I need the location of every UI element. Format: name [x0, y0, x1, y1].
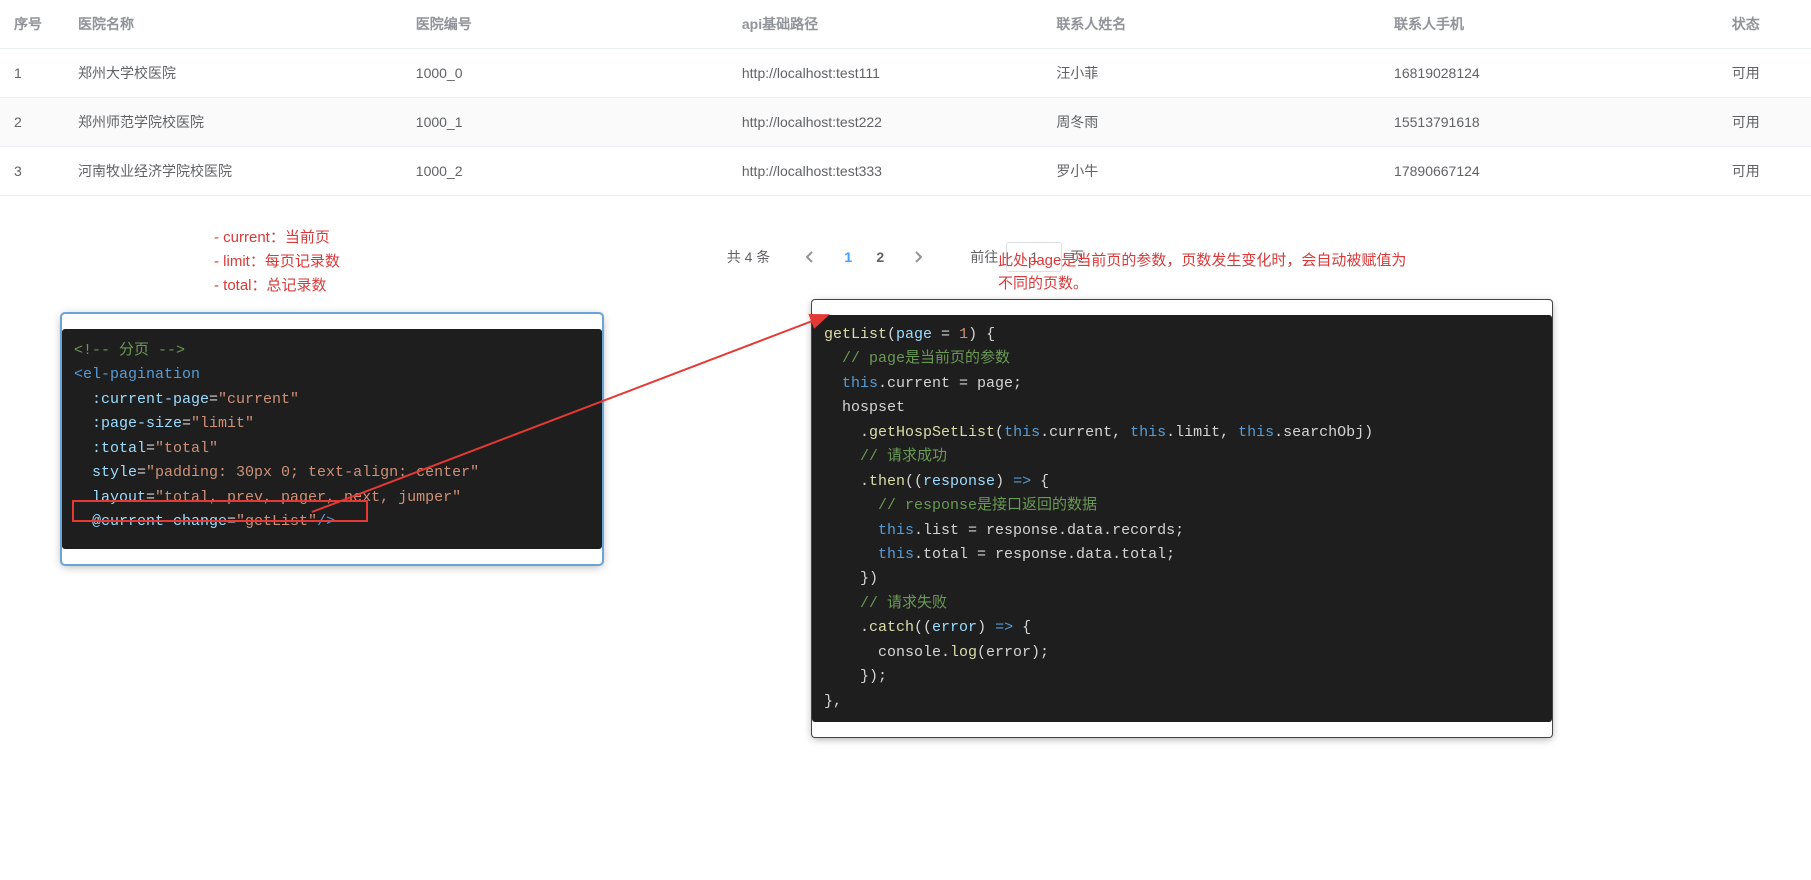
left-code-pre: <!-- 分页 --> <el-pagination :current-page…	[62, 329, 602, 549]
cell-api: http://localhost:test222	[728, 98, 1042, 147]
left-code-block: <!-- 分页 --> <el-pagination :current-page…	[62, 314, 602, 564]
cell-phone: 15513791618	[1380, 98, 1718, 147]
cell-idx: 2	[0, 98, 64, 147]
cell-idx: 1	[0, 49, 64, 98]
col-idx: 序号	[0, 0, 64, 49]
cell-phone: 16819028124	[1380, 49, 1718, 98]
cell-code: 1000_0	[402, 49, 728, 98]
cell-code: 1000_1	[402, 98, 728, 147]
cell-name: 郑州师范学院校医院	[64, 98, 402, 147]
cell-code: 1000_2	[402, 147, 728, 196]
jump-prefix: 前往	[970, 247, 998, 267]
cell-status: 可用	[1718, 147, 1811, 196]
pagination-total: 共 4 条	[727, 247, 771, 267]
right-annotation: 此处page是当前页的参数，页数发生变化时，会自动被赋值为 不同的页数。	[998, 249, 1558, 296]
cell-status: 可用	[1718, 49, 1811, 98]
chevron-left-icon	[804, 251, 816, 263]
col-cname: 联系人姓名	[1042, 0, 1380, 49]
cell-idx: 3	[0, 147, 64, 196]
cell-phone: 17890667124	[1380, 147, 1718, 196]
col-name: 医院名称	[64, 0, 402, 49]
cell-name: 河南牧业经济学院校医院	[64, 147, 402, 196]
hospital-table: 序号 医院名称 医院编号 api基础路径 联系人姓名 联系人手机 状态 1郑州大…	[0, 0, 1811, 196]
page-number[interactable]: 2	[864, 241, 896, 273]
page-number[interactable]: 1	[832, 241, 864, 273]
col-api: api基础路径	[728, 0, 1042, 49]
cell-cname: 罗小牛	[1042, 147, 1380, 196]
cell-cname: 汪小菲	[1042, 49, 1380, 98]
cell-api: http://localhost:test111	[728, 49, 1042, 98]
col-status: 状态	[1718, 0, 1811, 49]
table-row[interactable]: 2郑州师范学院校医院1000_1http://localhost:test222…	[0, 98, 1811, 147]
cell-cname: 周冬雨	[1042, 98, 1380, 147]
right-annotation-line2: 不同的页数。	[998, 272, 1558, 295]
cell-status: 可用	[1718, 98, 1811, 147]
table-row[interactable]: 1郑州大学校医院1000_0http://localhost:test111汪小…	[0, 49, 1811, 98]
pagination-next[interactable]	[902, 241, 934, 273]
chevron-right-icon	[912, 251, 924, 263]
right-annotation-line1: 此处page是当前页的参数，页数发生变化时，会自动被赋值为	[998, 249, 1558, 272]
table-row[interactable]: 3河南牧业经济学院校医院1000_2http://localhost:test3…	[0, 147, 1811, 196]
table-header-row: 序号 医院名称 医院编号 api基础路径 联系人姓名 联系人手机 状态	[0, 0, 1811, 49]
pagination-prev[interactable]	[794, 241, 826, 273]
note-total: - total：总记录数	[214, 274, 340, 298]
cell-name: 郑州大学校医院	[64, 49, 402, 98]
col-code: 医院编号	[402, 0, 728, 49]
cell-api: http://localhost:test333	[728, 147, 1042, 196]
col-phone: 联系人手机	[1380, 0, 1718, 49]
right-code-pre: getList(page = 1) { // page是当前页的参数 this.…	[812, 315, 1552, 722]
right-code-block: getList(page = 1) { // page是当前页的参数 this.…	[812, 300, 1552, 737]
